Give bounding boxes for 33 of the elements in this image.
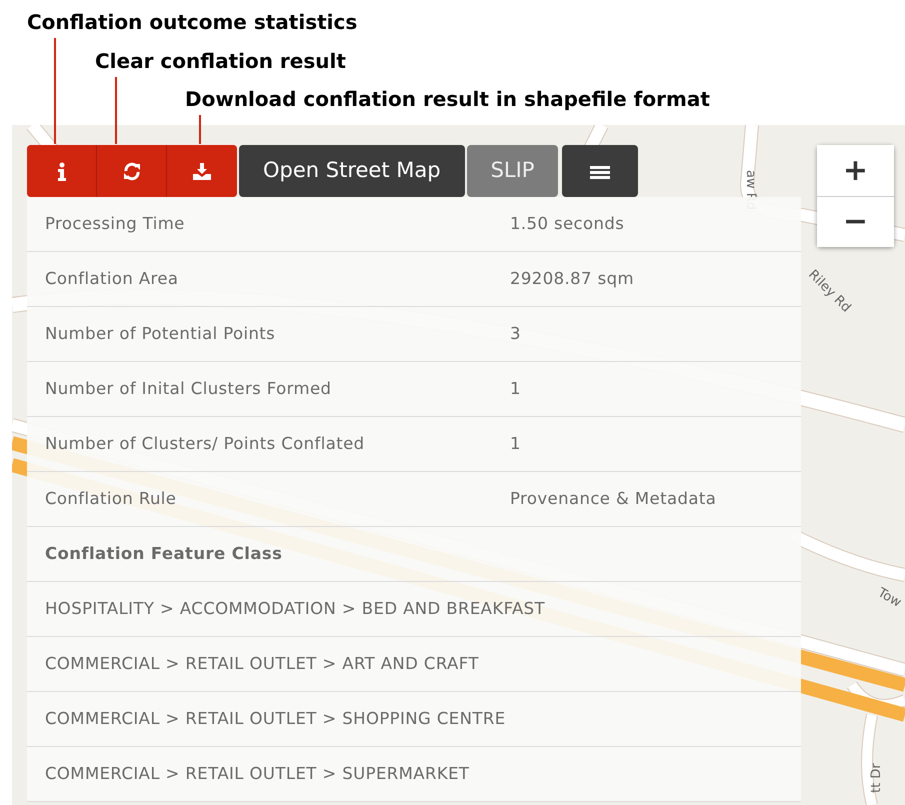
annotation-title: Download conflation result in shapefile format — [185, 89, 710, 109]
stat-label: Processing Time — [45, 212, 186, 235]
leader-line — [199, 115, 201, 144]
zoom-in-button[interactable]: + — [817, 145, 894, 196]
stat-value: 1.50 seconds — [510, 212, 624, 235]
menu-button[interactable] — [562, 145, 638, 197]
street-label: tt Dr — [869, 763, 884, 793]
stat-label: Number of Clusters/ Points Conflated — [45, 432, 366, 455]
stat-label: Number of Potential Points — [45, 322, 276, 345]
download-icon — [193, 162, 211, 180]
menu-icon — [590, 163, 610, 179]
stat-label: Conflation Area — [45, 268, 180, 290]
feature-class: COMMERCIAL > RETAIL OUTLET > ART AND CRAFT — [45, 652, 479, 675]
leader-line — [115, 77, 117, 144]
stat-value: 1 — [510, 432, 521, 455]
stat-label: Conflation Rule — [45, 488, 178, 510]
feature-class: COMMERCIAL > RETAIL OUTLET > SUPERMARKET — [45, 762, 470, 785]
feature-class: HOSPITALITY > ACCOMMODATION > BED AND BREAKFAST — [45, 598, 546, 620]
zoom-out-button[interactable]: − — [817, 196, 894, 247]
feature-class: COMMERCIAL > RETAIL OUTLET > SHOPPING CENTRE — [45, 708, 506, 730]
street-label: Tow — [875, 585, 904, 611]
stat-value: 1 — [510, 378, 521, 400]
stat-value: Provenance & Metadata — [510, 488, 716, 510]
annotation-title: Conflation outcome statistics — [27, 12, 358, 32]
stat-value: 29208.87 sqm — [510, 268, 634, 290]
stat-label: Number of Inital Clusters Formed — [45, 378, 332, 400]
section-heading: Conflation Feature Class — [45, 542, 282, 565]
layer-button[interactable]: SLIP — [466, 145, 558, 197]
refresh-icon — [122, 162, 140, 180]
annotation-title: Clear conflation result — [95, 51, 346, 71]
layer-button[interactable]: Open Street Map — [239, 145, 465, 197]
stat-value: 3 — [510, 322, 521, 345]
info-button[interactable] — [27, 145, 97, 197]
